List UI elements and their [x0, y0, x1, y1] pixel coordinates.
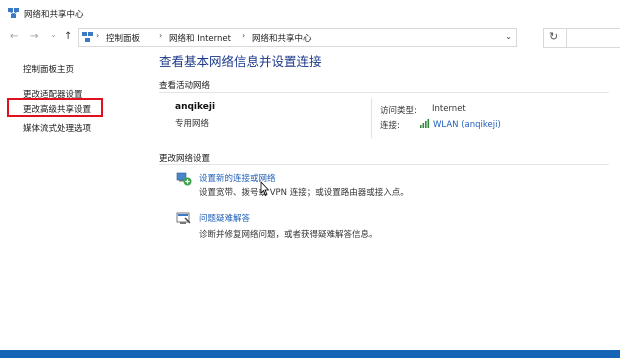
access-type-label: 访问类型:	[380, 106, 417, 116]
title-bar: 网络和共享中心	[0, 0, 620, 28]
divider	[159, 164, 609, 165]
breadcrumb-control-panel[interactable]: 控制面板	[106, 32, 140, 44]
highlight-box	[7, 98, 103, 117]
page-title: 查看基本网络信息并设置连接	[159, 54, 322, 69]
refresh-icon: ↻	[549, 30, 559, 43]
active-networks-heading: 查看活动网络	[159, 81, 211, 91]
divider	[371, 98, 372, 138]
search-input[interactable]	[566, 28, 620, 48]
breadcrumb-separator: ›	[96, 31, 100, 40]
troubleshoot-description: 诊断并修复网络问题，或者获得疑难解答信息。	[199, 230, 378, 240]
troubleshoot-icon	[176, 212, 191, 224]
sidebar-item-media-streaming-options[interactable]: 媒体流式处理选项	[23, 122, 91, 134]
breadcrumb-separator[interactable]: ›	[242, 31, 245, 40]
control-panel-icon	[82, 32, 93, 42]
setup-new-connection-description: 设置宽带、拨号或 VPN 连接；或设置路由器或接入点。	[199, 188, 409, 198]
network-name: anqikeji	[175, 102, 216, 112]
breadcrumb-separator[interactable]: ›	[159, 31, 162, 40]
address-box[interactable]: › 控制面板 › 网络和 Internet › 网络和共享中心 ⌄	[78, 28, 517, 47]
breadcrumb-network-sharing-center[interactable]: 网络和共享中心	[252, 32, 312, 44]
refresh-button[interactable]: ↻	[543, 28, 567, 48]
window-title: 网络和共享中心	[24, 10, 84, 20]
breadcrumb-network-internet[interactable]: 网络和 Internet	[169, 32, 231, 44]
forward-arrow-icon[interactable]: →	[30, 31, 38, 42]
mouse-cursor-icon	[260, 181, 270, 196]
address-dropdown-icon[interactable]: ⌄	[505, 32, 512, 41]
network-type: 专用网络	[175, 119, 210, 129]
taskbar-strip	[0, 350, 620, 358]
connection-label: 连接:	[380, 121, 400, 131]
sidebar-item-control-panel-home[interactable]: 控制面板主页	[23, 63, 74, 75]
up-arrow-icon[interactable]: ↑	[64, 31, 72, 42]
wifi-signal-icon	[420, 119, 430, 128]
troubleshoot-link[interactable]: 问题疑难解答	[199, 212, 250, 224]
divider	[159, 92, 609, 93]
access-type-value: Internet	[432, 104, 466, 114]
connection-link[interactable]: WLAN (anqikeji)	[420, 119, 501, 130]
connection-value[interactable]: WLAN (anqikeji)	[433, 120, 501, 130]
network-center-icon	[8, 8, 19, 18]
network-setup-icon	[176, 172, 192, 186]
back-arrow-icon[interactable]: ←	[10, 31, 18, 42]
change-settings-heading: 更改网络设置	[159, 154, 211, 164]
address-bar-row: ← → ⌄ ↑ › 控制面板 › 网络和 Internet › 网络和共享中心 …	[0, 28, 620, 47]
recent-locations-dropdown-icon[interactable]: ⌄	[50, 30, 57, 39]
